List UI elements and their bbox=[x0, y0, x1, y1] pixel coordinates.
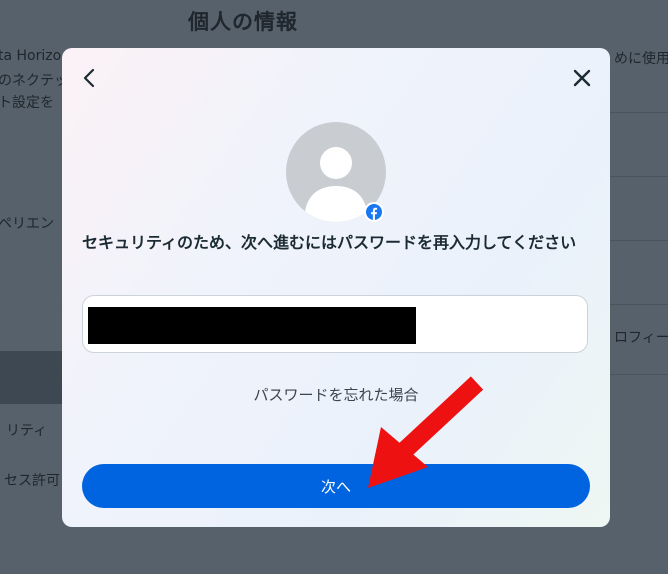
reauth-dialog: セキュリティのため、次へ進むにはパスワードを再入力してください パスワードを忘れ… bbox=[62, 48, 610, 527]
divider bbox=[610, 304, 668, 305]
sidebar-active-item[interactable] bbox=[0, 351, 62, 404]
back-button[interactable] bbox=[74, 64, 106, 96]
bg-text-fragment: ta Horizo bbox=[0, 48, 62, 64]
bg-text-fragment: リティ bbox=[6, 423, 48, 439]
reauth-prompt: セキュリティのため、次へ進むにはパスワードを再入力してください bbox=[82, 233, 577, 252]
password-input[interactable] bbox=[82, 295, 588, 353]
profile-avatar bbox=[286, 122, 386, 222]
divider bbox=[610, 112, 668, 113]
bg-text-fragment: ロフィー bbox=[614, 330, 668, 346]
close-button[interactable] bbox=[566, 64, 598, 96]
bg-text-fragment: セス許可 bbox=[4, 473, 60, 489]
next-button[interactable]: 次へ bbox=[82, 464, 590, 508]
divider bbox=[610, 240, 668, 241]
divider bbox=[610, 374, 668, 375]
bg-text-fragment: めに使用 bbox=[614, 51, 668, 67]
page-title: 個人の情報 bbox=[188, 10, 298, 34]
facebook-icon bbox=[364, 202, 384, 222]
bg-text-fragment: のネクテッ bbox=[0, 73, 68, 89]
redacted-password bbox=[88, 307, 416, 344]
bg-text-fragment: ペリエン bbox=[0, 216, 54, 232]
divider bbox=[610, 176, 668, 177]
close-icon bbox=[572, 68, 592, 92]
forgot-password-link[interactable]: パスワードを忘れた場合 bbox=[62, 384, 610, 405]
chevron-left-icon bbox=[80, 68, 100, 92]
bg-text-fragment: ト設定を bbox=[0, 95, 54, 111]
